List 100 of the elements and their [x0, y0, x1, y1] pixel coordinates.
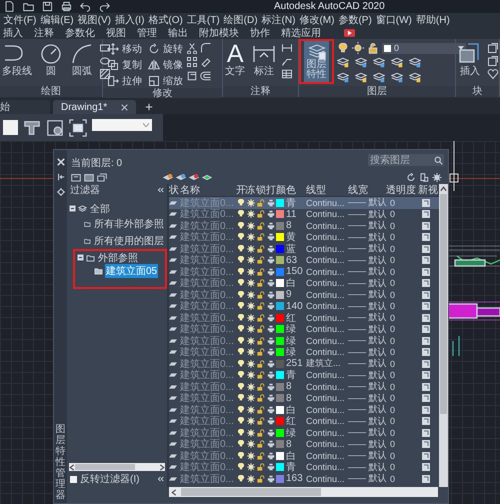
- layer-settings-icon[interactable]: [419, 172, 429, 182]
- refresh-icon[interactable]: [406, 172, 416, 182]
- linetype[interactable]: Continu...: [306, 404, 348, 416]
- printer-icon[interactable]: [267, 290, 275, 299]
- sun-icon[interactable]: [246, 394, 254, 402]
- printer-icon[interactable]: [267, 406, 275, 414]
- linetype[interactable]: Continu...: [306, 278, 348, 289]
- color-swatch[interactable]: [276, 417, 284, 426]
- transparency[interactable]: 0: [386, 473, 418, 484]
- sun-icon[interactable]: [246, 268, 254, 276]
- column-header[interactable]: 开: [236, 183, 245, 197]
- viewport-freeze-icon[interactable]: [422, 222, 430, 230]
- layer-properties-button[interactable]: 图层特性: [304, 41, 329, 82]
- open-lock-icon[interactable]: [257, 233, 265, 242]
- printer-icon[interactable]: [267, 360, 275, 368]
- column-header[interactable]: 冻: [245, 183, 256, 197]
- transparency[interactable]: 0: [386, 266, 418, 278]
- drawing-canvas[interactable]: [0, 141, 500, 504]
- sun-icon[interactable]: [246, 222, 254, 230]
- linetype[interactable]: Continu...: [306, 208, 348, 220]
- close-icon[interactable]: [121, 104, 128, 110]
- sun-icon[interactable]: [352, 42, 364, 54]
- layer-row[interactable]: 建筑立面0... 9 Continu... —— 默认 0: [169, 289, 439, 300]
- layer-row[interactable]: 建筑立面0... 白 Continu... —— 默认 0: [169, 450, 439, 462]
- viewport-freeze-icon[interactable]: [422, 360, 430, 368]
- column-header[interactable]: 打: [266, 183, 276, 197]
- linetype[interactable]: Continu...: [306, 254, 348, 266]
- offset-icon[interactable]: [200, 70, 212, 82]
- horizontal-scrollbar[interactable]: [69, 463, 165, 471]
- linetype[interactable]: Continu...: [306, 346, 348, 358]
- layer-row[interactable]: 建筑立面0... 251 建筑立... —— 默认 0: [169, 358, 439, 370]
- table-icon[interactable]: [281, 68, 294, 80]
- panel-title[interactable]: 图层: [299, 86, 455, 97]
- viewport-freeze-icon[interactable]: [422, 198, 430, 207]
- column-header[interactable]: 名称: [180, 183, 236, 197]
- viewport-freeze-icon[interactable]: [422, 336, 430, 345]
- viewport-freeze-icon[interactable]: [422, 371, 430, 380]
- printer-icon[interactable]: [267, 348, 275, 356]
- printer-icon[interactable]: [267, 279, 275, 288]
- lineweight[interactable]: —— 默认: [348, 450, 386, 462]
- linetype[interactable]: Continu...: [306, 197, 348, 208]
- color-swatch[interactable]: [276, 233, 284, 242]
- transparency[interactable]: 0: [386, 462, 418, 473]
- lineweight[interactable]: —— 默认: [348, 208, 386, 220]
- linetype[interactable]: 建筑立...: [306, 358, 348, 370]
- ribbon-tab[interactable]: 注释: [34, 26, 54, 40]
- layer-row[interactable]: 建筑立面0... 绿 Continu... —— 默认 0: [169, 335, 439, 346]
- ribbon-button[interactable]: 拉伸: [107, 74, 142, 88]
- collapse-icon[interactable]: [157, 476, 164, 482]
- ribbon-tab[interactable]: 输出: [168, 26, 188, 40]
- layer-tool-icon[interactable]: [409, 56, 421, 68]
- color-swatch[interactable]: [276, 325, 284, 334]
- layer-row[interactable]: 建筑立面0... 蓝 Continu... —— 默认 0: [169, 243, 439, 254]
- transparency[interactable]: 0: [386, 208, 418, 220]
- ribbon-tab[interactable]: 参数化: [65, 26, 95, 40]
- layer-tool-icon[interactable]: [355, 56, 367, 68]
- printer-icon[interactable]: [267, 256, 275, 264]
- lineweight[interactable]: —— 默认: [348, 370, 386, 381]
- filter-item[interactable]: 所有使用的图层: [93, 234, 165, 248]
- viewport-freeze-icon[interactable]: [422, 279, 430, 288]
- bulb-icon[interactable]: [236, 279, 244, 288]
- bulb-icon[interactable]: [236, 233, 244, 242]
- color-swatch[interactable]: [276, 302, 284, 310]
- transparency[interactable]: 0: [386, 450, 418, 462]
- open-lock-icon[interactable]: [257, 474, 265, 483]
- set-current-icon[interactable]: [202, 172, 212, 182]
- layer-states-icon[interactable]: [97, 172, 107, 182]
- open-lock-icon[interactable]: [257, 428, 265, 437]
- lineweight[interactable]: —— 默认: [348, 335, 386, 346]
- sun-icon[interactable]: [246, 198, 254, 207]
- transparency[interactable]: 0: [386, 324, 418, 335]
- viewport-freeze-icon[interactable]: [422, 348, 430, 356]
- linetype[interactable]: Continu...: [306, 312, 348, 324]
- layer-tool-icon[interactable]: [337, 71, 349, 83]
- open-lock-icon[interactable]: [257, 290, 265, 299]
- open-lock-icon[interactable]: [257, 268, 265, 276]
- linetype[interactable]: Continu...: [306, 324, 348, 335]
- open-lock-icon[interactable]: [257, 417, 265, 426]
- menu-item[interactable]: 绘图(D): [222, 13, 260, 27]
- ribbon-button[interactable]: 圆弧: [68, 42, 96, 77]
- lineweight[interactable]: —— 默认: [348, 427, 386, 438]
- linetype[interactable]: Continu...: [306, 392, 348, 404]
- bulb-icon[interactable]: [236, 440, 244, 448]
- sun-icon[interactable]: [246, 474, 254, 483]
- rectangle-icon[interactable]: [99, 42, 111, 54]
- filter-item[interactable]: 全部: [89, 202, 111, 216]
- scissors-icon[interactable]: [186, 42, 198, 54]
- heart-icon[interactable]: [487, 68, 499, 80]
- transparency[interactable]: 0: [386, 370, 418, 381]
- sun-icon[interactable]: [246, 452, 254, 460]
- ribbon-button[interactable]: 缩放: [148, 74, 183, 88]
- open-folder-icon[interactable]: [23, 1, 34, 12]
- open-lock-icon[interactable]: [257, 314, 265, 322]
- sun-icon[interactable]: [246, 336, 254, 345]
- transparency[interactable]: 0: [386, 392, 418, 404]
- color-swatch[interactable]: [276, 279, 284, 288]
- layer-row[interactable]: 建筑立面0... 150 Continu... —— 默认 0: [169, 266, 439, 278]
- menu-item[interactable]: 格式(O): [146, 13, 184, 27]
- open-lock-icon[interactable]: [257, 210, 265, 218]
- menu-item[interactable]: 参数(P): [336, 13, 374, 27]
